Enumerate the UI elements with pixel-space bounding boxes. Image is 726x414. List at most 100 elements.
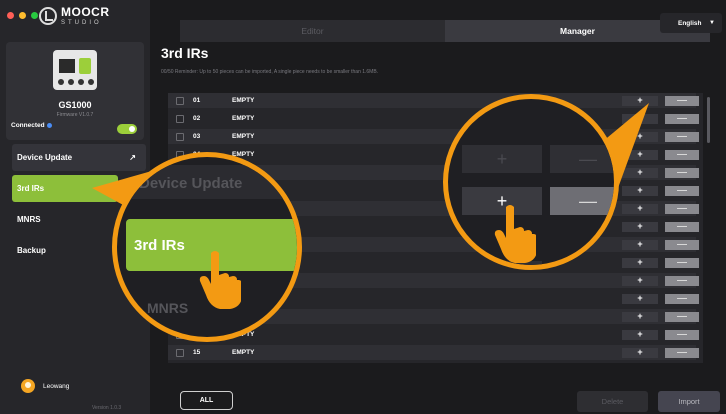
magnified-remove-button: — <box>550 187 614 215</box>
add-ir-button[interactable]: + <box>622 113 658 124</box>
minus-icon <box>677 117 687 120</box>
import-button[interactable]: Import <box>658 391 720 412</box>
row-number: 01 <box>193 97 201 104</box>
minus-icon <box>677 189 687 192</box>
sidebar-item-label: Device Update <box>17 153 73 162</box>
add-ir-button[interactable]: + <box>622 329 658 340</box>
remove-ir-button[interactable] <box>665 275 699 286</box>
connection-toggle[interactable] <box>117 124 137 134</box>
app-logo: MOOCR STUDIO <box>39 6 110 26</box>
app-version: Version 1.0.3 <box>92 405 122 411</box>
maximize-window-button[interactable] <box>31 12 38 19</box>
remove-ir-button[interactable] <box>665 293 699 304</box>
remove-ir-button[interactable] <box>665 221 699 232</box>
remove-ir-button[interactable] <box>665 95 699 106</box>
bluetooth-icon <box>46 123 52 128</box>
logo-subtitle: STUDIO <box>61 20 102 26</box>
table-row[interactable]: 15 EMPTY + <box>168 345 699 360</box>
minimize-window-button[interactable] <box>19 12 26 19</box>
sidebar-item-backup[interactable]: Backup <box>12 237 118 264</box>
minus-icon <box>677 243 687 246</box>
firmware-version: Firmware V1.0.7 <box>56 112 94 118</box>
row-checkbox[interactable] <box>176 114 184 123</box>
minus-icon <box>677 135 687 138</box>
remove-ir-button[interactable] <box>665 257 699 268</box>
add-ir-button[interactable]: + <box>622 311 658 322</box>
logo-wordmark: MOOCR <box>61 5 110 19</box>
remove-ir-button[interactable] <box>665 203 699 214</box>
row-checkbox[interactable] <box>176 96 184 105</box>
add-ir-button[interactable]: + <box>622 293 658 304</box>
add-ir-button[interactable]: + <box>622 131 658 142</box>
row-number: 02 <box>193 115 201 122</box>
row-name: EMPTY <box>232 115 255 122</box>
add-ir-button[interactable]: + <box>622 185 658 196</box>
add-ir-button[interactable]: + <box>622 149 658 160</box>
minus-icon <box>677 225 687 228</box>
minus-icon <box>677 171 687 174</box>
add-ir-button[interactable]: + <box>622 239 658 250</box>
user-name: Leowang <box>43 382 70 390</box>
minus-icon <box>677 333 687 336</box>
remove-ir-button[interactable] <box>665 113 699 124</box>
chevron-down-icon: ▼ <box>709 20 715 26</box>
remove-ir-button[interactable] <box>665 167 699 178</box>
sidebar-item-mnrs[interactable]: MNRS <box>12 206 118 233</box>
row-name: EMPTY <box>232 133 255 140</box>
add-ir-button[interactable]: + <box>622 257 658 268</box>
remove-ir-button[interactable] <box>665 149 699 160</box>
import-reminder: 00/50 Reminder: Up to 50 pieces can be i… <box>161 69 379 75</box>
logo-icon <box>39 7 57 25</box>
user-account[interactable]: Leowang <box>21 379 69 393</box>
add-ir-button[interactable]: + <box>622 347 658 358</box>
select-all-button[interactable]: ALL <box>180 391 233 410</box>
language-value: English <box>678 19 702 27</box>
add-ir-button[interactable]: + <box>622 221 658 232</box>
add-ir-button[interactable]: + <box>622 275 658 286</box>
top-tab-bar: Editor Manager <box>180 20 710 42</box>
row-checkbox[interactable] <box>176 348 184 357</box>
magnified-ghost-label: MNRS <box>147 300 189 316</box>
close-window-button[interactable] <box>7 12 14 19</box>
table-row[interactable]: 02 EMPTY + <box>168 111 699 126</box>
device-card: GS1000 Firmware V1.0.7 Connected <box>6 42 144 140</box>
add-ir-button[interactable]: + <box>622 95 658 106</box>
connection-status-label: Connected <box>11 122 45 129</box>
magnified-label: 3rd IRs <box>134 236 185 254</box>
minus-icon <box>677 99 687 102</box>
pointing-hand-icon <box>199 251 241 309</box>
remove-ir-button[interactable] <box>665 131 699 142</box>
device-name: GS1000 <box>58 100 92 110</box>
table-row[interactable]: 04EMPTY+ <box>168 147 699 162</box>
table-row[interactable]: 01 EMPTY + <box>168 93 699 108</box>
minus-icon <box>677 351 687 354</box>
remove-ir-button[interactable] <box>665 185 699 196</box>
row-number: 03 <box>193 133 201 140</box>
magnified-ghost-minus: — <box>550 145 614 173</box>
remove-ir-button[interactable] <box>665 239 699 250</box>
device-image <box>53 50 97 90</box>
language-select[interactable]: English ▼ <box>660 13 722 33</box>
row-number: 15 <box>193 349 201 356</box>
row-checkbox[interactable] <box>176 132 184 141</box>
add-ir-button[interactable]: + <box>622 167 658 178</box>
avatar <box>21 379 35 393</box>
magnified-ghost-label: Device Update <box>139 175 243 192</box>
delete-button[interactable]: Delete <box>577 391 648 412</box>
remove-ir-button[interactable] <box>665 311 699 322</box>
page-title: 3rd IRs <box>161 45 209 61</box>
list-scrollbar[interactable] <box>707 97 710 143</box>
table-row[interactable]: 03 EMPTY + <box>168 129 699 144</box>
magnifier-row-callout: + — + — + <box>443 94 619 270</box>
add-ir-button[interactable]: + <box>622 203 658 214</box>
pointing-hand-icon <box>494 205 536 263</box>
sidebar-item-3rd-irs[interactable]: 3rd IRs <box>12 175 118 202</box>
minus-icon <box>677 315 687 318</box>
sidebar-item-label: 3rd IRs <box>17 184 45 193</box>
tab-editor[interactable]: Editor <box>180 20 445 42</box>
magnified-ghost-plus: + <box>462 145 542 173</box>
remove-ir-button[interactable] <box>665 329 699 340</box>
row-name: EMPTY <box>232 349 255 356</box>
sidebar-item-label: MNRS <box>17 215 41 224</box>
remove-ir-button[interactable] <box>665 347 699 358</box>
